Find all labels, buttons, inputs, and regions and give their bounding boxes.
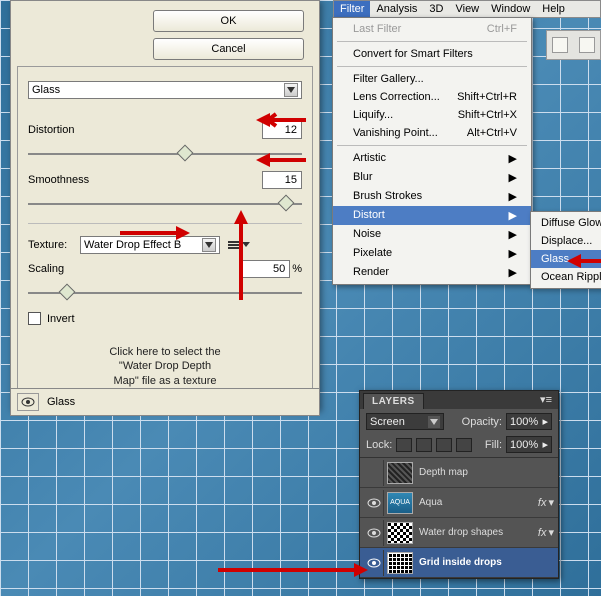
visibility-toggle[interactable] [364, 520, 384, 546]
menu-noise[interactable]: Noise▶ [333, 225, 531, 244]
menu-distort[interactable]: Distort▶ [333, 206, 531, 225]
layer-thumbnail [387, 522, 413, 544]
lock-all-icon[interactable] [456, 438, 472, 452]
distortion-input[interactable] [262, 121, 302, 139]
layer-thumbnail [387, 462, 413, 484]
dropdown-arrow-icon [284, 83, 298, 97]
texture-combo[interactable]: Water Drop Effect B [80, 236, 220, 254]
layer-thumbnail [387, 552, 413, 574]
checkbox-icon [28, 312, 41, 325]
invert-checkbox[interactable]: Invert [28, 312, 302, 325]
menu-filter-gallery[interactable]: Filter Gallery... [333, 70, 531, 88]
glass-filter-dialog: OK Cancel Glass Distortion Smoothness Te… [10, 0, 320, 410]
menu-vanishing[interactable]: Vanishing Point...Alt+Ctrl+V [333, 124, 531, 142]
opacity-input[interactable]: 100%▸ [506, 413, 552, 430]
filter-name-value: Glass [32, 84, 60, 96]
blend-mode-select[interactable]: Screen [366, 413, 444, 430]
menu-filter[interactable]: Filter [334, 1, 370, 17]
layer-depth-map[interactable]: Depth map [360, 458, 558, 488]
load-texture-flyout-button[interactable] [228, 238, 244, 252]
invert-label: Invert [47, 313, 75, 325]
menu-view[interactable]: View [449, 1, 485, 17]
app-menubar: Filter Analysis 3D View Window Help [333, 0, 601, 18]
ok-button[interactable]: OK [153, 10, 304, 32]
visibility-toggle[interactable] [364, 490, 384, 516]
menu-3d[interactable]: 3D [423, 1, 449, 17]
menu-liquify[interactable]: Liquify...Shift+Ctrl+X [333, 106, 531, 124]
scaling-slider[interactable] [28, 284, 302, 302]
visibility-toggle[interactable] [364, 550, 384, 576]
submenu-displace[interactable]: Displace... [531, 232, 601, 250]
filter-name-combo[interactable]: Glass [28, 81, 302, 99]
filter-dropdown: Last FilterCtrl+F Convert for Smart Filt… [332, 17, 532, 285]
fill-label: Fill: [485, 439, 502, 451]
dropdown-arrow-icon [428, 416, 440, 428]
texture-value: Water Drop Effect B [84, 239, 181, 251]
tool-options-strip [546, 30, 601, 60]
panel-menu-icon[interactable]: ▾≡ [534, 390, 558, 409]
dropdown-arrow-icon [202, 238, 216, 252]
smoothness-label: Smoothness [28, 174, 138, 186]
menu-lens-correction[interactable]: Lens Correction...Shift+Ctrl+R [333, 88, 531, 106]
texture-label: Texture: [28, 239, 80, 251]
layer-water-drop-shapes[interactable]: Water drop shapes fx▾ [360, 518, 558, 548]
submenu-ocean-ripple[interactable]: Ocean Ripple... [531, 268, 601, 286]
scaling-label: Scaling [28, 263, 80, 275]
layer-grid-inside-drops[interactable]: Grid inside drops [360, 548, 558, 578]
preview-label: Glass [47, 396, 75, 408]
distortion-slider[interactable] [28, 145, 302, 163]
distortion-label: Distortion [28, 124, 138, 136]
percent-label: % [292, 263, 302, 275]
distort-submenu: Diffuse Glow... Displace... Glass... Oce… [530, 211, 601, 289]
menu-render[interactable]: Render▶ [333, 263, 531, 282]
menu-blur[interactable]: Blur▶ [333, 168, 531, 187]
layer-thumbnail: AQUA [387, 492, 413, 514]
lock-pixels-icon[interactable] [416, 438, 432, 452]
annotation-hint: Click here to select the "Water Drop Dep… [28, 345, 302, 388]
menu-brush-strokes[interactable]: Brush Strokes▶ [333, 187, 531, 206]
lock-position-icon[interactable] [436, 438, 452, 452]
smoothness-input[interactable] [262, 171, 302, 189]
menu-pixelate[interactable]: Pixelate▶ [333, 244, 531, 263]
submenu-diffuse-glow[interactable]: Diffuse Glow... [531, 214, 601, 232]
layers-panel: LAYERS ▾≡ Screen Opacity: 100%▸ Lock: Fi… [359, 390, 559, 579]
visibility-eye-icon[interactable] [17, 393, 39, 411]
layers-tab[interactable]: LAYERS [363, 393, 424, 409]
fill-input[interactable]: 100%▸ [506, 436, 552, 453]
menu-help[interactable]: Help [536, 1, 571, 17]
menu-last-filter: Last FilterCtrl+F [333, 20, 531, 38]
layer-aqua[interactable]: AQUA Aqua fx▾ [360, 488, 558, 518]
submenu-glass[interactable]: Glass... [531, 250, 601, 268]
scaling-input[interactable] [242, 260, 290, 278]
smoothness-slider[interactable] [28, 195, 302, 213]
lock-transparency-icon[interactable] [396, 438, 412, 452]
menu-analysis[interactable]: Analysis [370, 1, 423, 17]
visibility-toggle[interactable] [364, 460, 384, 486]
opacity-label: Opacity: [462, 416, 502, 428]
cancel-button[interactable]: Cancel [153, 38, 304, 60]
menu-window[interactable]: Window [485, 1, 536, 17]
filter-preview-strip: Glass [10, 388, 320, 416]
fx-badge[interactable]: fx [538, 527, 547, 539]
menu-artistic[interactable]: Artistic▶ [333, 149, 531, 168]
lock-label: Lock: [366, 439, 392, 451]
menu-convert-smart[interactable]: Convert for Smart Filters [333, 45, 531, 63]
fx-badge[interactable]: fx [538, 497, 547, 509]
